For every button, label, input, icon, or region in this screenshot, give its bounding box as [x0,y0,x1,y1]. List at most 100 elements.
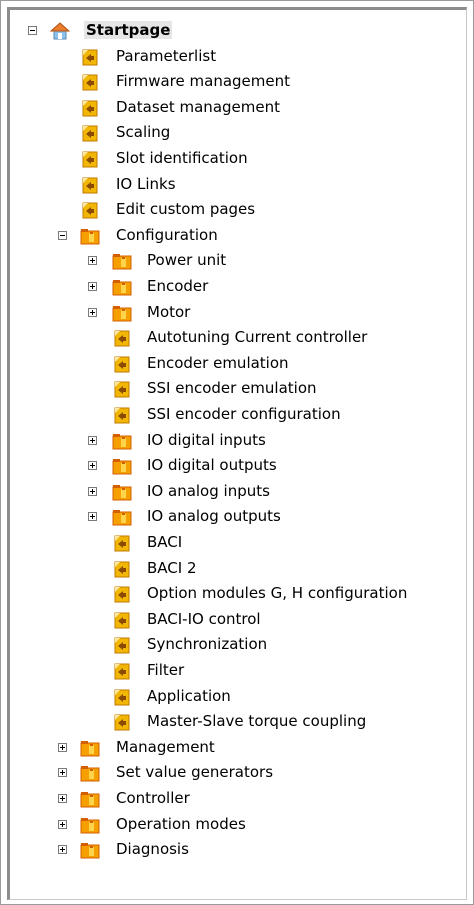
tree-node[interactable]: Autotuning Current controller [0,325,460,350]
page-icon [112,585,132,603]
tree-node-label[interactable]: Slot identification [116,149,248,167]
expand-toggle-icon[interactable] [58,819,67,829]
tree-node[interactable]: Management [0,735,460,760]
tree-node-label[interactable]: Power unit [147,251,226,269]
tree-node-label[interactable]: Synchronization [147,635,267,653]
tree-node[interactable]: BACI [0,530,460,555]
tree-node[interactable]: Synchronization [0,632,460,657]
tree-node[interactable]: Parameterlist [0,44,460,69]
expand-toggle-icon[interactable] [88,435,97,445]
tree-node-label[interactable]: IO analog outputs [147,507,281,525]
folder-icon [112,432,132,450]
page-icon [80,99,100,117]
expand-toggle-icon[interactable] [58,742,67,752]
collapse-toggle-icon[interactable] [58,230,67,240]
tree-node[interactable]: SSI encoder emulation [0,376,460,401]
tree-node-label[interactable]: Operation modes [116,815,246,833]
tree-node[interactable]: Controller [0,786,460,811]
page-icon [112,534,132,552]
folder-icon [112,508,132,526]
tree-node[interactable]: BACI-IO control [0,607,460,632]
tree-node[interactable]: BACI 2 [0,556,460,581]
tree-node-label[interactable]: BACI-IO control [147,610,261,628]
tree-node-label[interactable]: Encoder [147,277,208,295]
tree-node[interactable]: Operation modes [0,812,460,837]
folder-icon [80,764,100,782]
page-icon [80,124,100,142]
page-icon [112,560,132,578]
page-icon [112,636,132,654]
tree-node-label[interactable]: Diagnosis [116,840,189,858]
tree-node-label[interactable]: BACI 2 [147,559,197,577]
tree-node-label[interactable]: Application [147,687,231,705]
folder-icon [80,227,100,245]
tree-node[interactable]: Diagnosis [0,837,460,862]
folder-icon [112,457,132,475]
tree-node[interactable]: Set value generators [0,760,460,785]
tree-node[interactable]: Filter [0,658,460,683]
tree-node[interactable]: Master-Slave torque coupling [0,709,460,734]
tree-node[interactable]: Application [0,684,460,709]
tree-node[interactable]: Encoder [0,274,460,299]
tree-node-label[interactable]: Scaling [116,123,170,141]
tree-node[interactable]: Slot identification [0,146,460,171]
tree-node-label[interactable]: Dataset management [116,98,280,116]
expand-toggle-icon[interactable] [88,256,97,266]
expand-toggle-icon[interactable] [88,282,97,291]
tree-node-label[interactable]: Filter [147,661,184,679]
tree-node-label[interactable]: IO digital inputs [147,431,266,449]
expand-toggle-icon[interactable] [58,768,67,778]
page-icon [112,662,132,680]
folder-icon [80,739,100,757]
tree-node-label[interactable]: Set value generators [116,763,273,781]
tree-node[interactable]: Scaling [0,120,460,145]
tree-node-label[interactable]: Firmware management [116,72,290,90]
page-icon [112,329,132,347]
expand-toggle-icon[interactable] [88,461,97,471]
tree-node[interactable]: IO digital outputs [0,453,460,478]
expand-toggle-icon[interactable] [58,794,67,803]
page-icon [112,380,132,398]
tree-node-label[interactable]: Option modules G, H configuration [147,584,407,602]
tree-node-label[interactable]: SSI encoder emulation [147,379,317,397]
tree-node[interactable]: Dataset management [0,95,460,120]
tree-node[interactable]: Startpage [0,18,460,43]
tree-node-label[interactable]: BACI [147,533,182,551]
tree-node[interactable]: Motor [0,300,460,325]
tree-node-label[interactable]: Master-Slave torque coupling [147,712,366,730]
tree-node[interactable]: IO analog outputs [0,504,460,529]
tree-node-label[interactable]: Parameterlist [116,47,216,65]
tree-node[interactable]: Power unit [0,248,460,273]
home-icon [49,22,71,40]
tree-node-label[interactable]: Startpage [84,21,173,39]
tree-node-label[interactable]: Management [116,738,215,756]
tree-node-label[interactable]: IO analog inputs [147,482,270,500]
tree-node-label[interactable]: Autotuning Current controller [147,328,367,346]
tree-node[interactable]: Option modules G, H configuration [0,581,460,606]
tree-node[interactable]: Firmware management [0,69,460,94]
expand-toggle-icon[interactable] [58,845,67,855]
folder-icon [112,278,132,296]
tree-node-label[interactable]: Configuration [116,226,218,244]
folder-icon [112,252,132,270]
tree-node[interactable]: SSI encoder configuration [0,402,460,427]
tree-node[interactable]: Edit custom pages [0,197,460,222]
tree-node[interactable]: IO digital inputs [0,428,460,453]
tree-node-label[interactable]: IO digital outputs [147,456,277,474]
expand-toggle-icon[interactable] [88,486,97,496]
tree-node-label[interactable]: Edit custom pages [116,200,255,218]
tree-node[interactable]: Configuration [0,223,460,248]
tree-node-label[interactable]: IO Links [116,175,176,193]
tree-node-label[interactable]: SSI encoder configuration [147,405,341,423]
tree-node[interactable]: IO analog inputs [0,479,460,504]
collapse-toggle-icon[interactable] [28,26,37,35]
page-icon [112,688,132,706]
tree-node-label[interactable]: Controller [116,789,190,807]
folder-icon [80,790,100,808]
tree-node[interactable]: Encoder emulation [0,351,460,376]
tree-node[interactable]: IO Links [0,172,460,197]
expand-toggle-icon[interactable] [88,307,97,317]
expand-toggle-icon[interactable] [88,512,97,522]
tree-node-label[interactable]: Motor [147,303,190,321]
tree-node-label[interactable]: Encoder emulation [147,354,289,372]
